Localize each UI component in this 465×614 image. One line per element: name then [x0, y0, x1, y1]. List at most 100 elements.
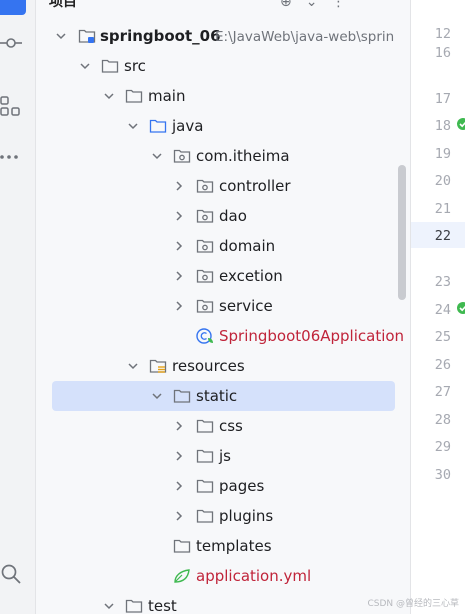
tree-row-package[interactable]: service [37, 291, 410, 321]
tree-row-package[interactable]: com.itheima [37, 141, 410, 171]
package-icon [196, 269, 214, 283]
line-number: 29 [434, 439, 451, 455]
tree-row-folder[interactable]: test [37, 591, 410, 614]
folder-icon [173, 389, 191, 403]
line-number: 27 [434, 384, 451, 400]
line-number: 30 [434, 467, 451, 483]
structure-icon[interactable] [0, 96, 22, 118]
project-tree: springboot_06 E:\JavaWeb\java-web\sprin … [37, 18, 410, 614]
chevron-right-icon[interactable] [173, 240, 185, 252]
folder-icon [196, 509, 214, 523]
folder-icon [196, 449, 214, 463]
tool-window-strip [0, 0, 36, 614]
tree-row-label: test [148, 597, 177, 614]
chevron-right-icon[interactable] [173, 510, 185, 522]
commit-icon[interactable] [0, 32, 22, 54]
folder-icon [101, 59, 119, 73]
tree-row-folder[interactable]: pages [37, 471, 410, 501]
module-path: E:\JavaWeb\java-web\sprin [215, 29, 395, 45]
resources-folder-icon [149, 359, 167, 373]
chevron-down-icon[interactable] [103, 90, 115, 102]
tree-row-package[interactable]: controller [37, 171, 410, 201]
chevron-down-icon[interactable] [127, 360, 139, 372]
chevron-right-icon[interactable] [173, 300, 185, 312]
tree-row-label: css [219, 417, 243, 435]
tree-row-folder[interactable]: js [37, 441, 410, 471]
tree-row-package[interactable]: excetion [37, 261, 410, 291]
line-number: 25 [434, 329, 451, 345]
tree-row-label: springboot_06 [100, 27, 221, 45]
tree-row-package[interactable]: domain [37, 231, 410, 261]
tree-row-resources-folder[interactable]: resources [37, 351, 410, 381]
more-icon[interactable]: ⋮ [331, 0, 359, 10]
line-number: 16 [434, 45, 451, 61]
tree-row-source-folder[interactable]: java [37, 111, 410, 141]
line-number: 23 [434, 274, 451, 290]
tree-row-label: dao [219, 207, 247, 225]
tree-row-folder[interactable]: plugins [37, 501, 410, 531]
tree-row-label: excetion [219, 267, 283, 285]
package-icon [196, 299, 214, 313]
chevron-right-icon[interactable] [173, 210, 185, 222]
chevron-down-icon[interactable] [151, 390, 163, 402]
package-icon [196, 209, 214, 223]
run-gutter-icon[interactable] [456, 301, 465, 315]
tree-row-label: com.itheima [196, 147, 290, 165]
line-number: 20 [434, 173, 451, 189]
package-icon [196, 179, 214, 193]
tree-row-module[interactable]: springboot_06 E:\JavaWeb\java-web\sprin [37, 21, 410, 51]
tree-scrollbar-thumb[interactable] [398, 165, 406, 300]
tree-row-label: service [219, 297, 273, 315]
chevron-down-icon[interactable] [151, 150, 163, 162]
chevron-right-icon[interactable] [173, 270, 185, 282]
tree-row-folder[interactable]: main [37, 81, 410, 111]
chevron-down-icon[interactable] [79, 60, 91, 72]
tree-row-label: templates [196, 537, 272, 555]
spring-config-file-icon [174, 569, 190, 583]
tree-row-folder-selected[interactable]: static [52, 381, 395, 411]
chevron-right-icon[interactable] [173, 180, 185, 192]
package-icon [173, 149, 191, 163]
tree-row-folder[interactable]: templates [37, 531, 410, 561]
chevron-down-icon[interactable] [55, 30, 67, 42]
tree-row-label: static [196, 387, 238, 405]
line-number: 19 [434, 146, 451, 162]
chevron-down-icon[interactable] [127, 120, 139, 132]
line-number: 18 [434, 118, 451, 134]
tree-row-label: pages [219, 477, 265, 495]
watermark: CSDN @曾经的三心草 [367, 599, 459, 609]
folder-icon [196, 479, 214, 493]
tree-row-label: domain [219, 237, 276, 255]
tree-row-file[interactable]: application.yml [37, 561, 410, 591]
tree-row-label: resources [172, 357, 245, 375]
line-number: 12 [434, 26, 451, 42]
chevron-right-icon[interactable] [173, 480, 185, 492]
folder-icon [125, 89, 143, 103]
tree-row-label: controller [219, 177, 291, 195]
line-number: 21 [434, 201, 451, 217]
folder-icon [196, 419, 214, 433]
tree-row-package[interactable]: dao [37, 201, 410, 231]
folder-icon [125, 599, 143, 613]
run-gutter-icon[interactable] [456, 117, 465, 131]
project-tool-active-indicator[interactable] [0, 0, 26, 15]
crosshair-icon[interactable]: ⊕ [280, 0, 306, 10]
more-tools-icon[interactable] [0, 146, 22, 168]
tree-row-folder[interactable]: css [37, 411, 410, 441]
module-folder-icon [78, 29, 96, 43]
tree-row-label: js [219, 447, 231, 465]
tree-row-folder[interactable]: src [37, 51, 410, 81]
tree-row-class[interactable]: Springboot06Application [37, 321, 410, 351]
folder-icon [173, 539, 191, 553]
chevron-right-icon[interactable] [173, 420, 185, 432]
tree-row-label: Springboot06Application [219, 327, 405, 345]
chevron-icon[interactable]: ⌄ [306, 0, 332, 10]
project-panel-header: 项目 ⊕⌄⋮ [37, 0, 410, 18]
search-icon[interactable] [0, 563, 22, 585]
line-number: 26 [434, 357, 451, 373]
chevron-down-icon[interactable] [103, 600, 115, 612]
chevron-right-icon[interactable] [173, 450, 185, 462]
source-folder-icon [149, 119, 167, 133]
tree-row-label: plugins [219, 507, 274, 525]
package-icon [196, 239, 214, 253]
